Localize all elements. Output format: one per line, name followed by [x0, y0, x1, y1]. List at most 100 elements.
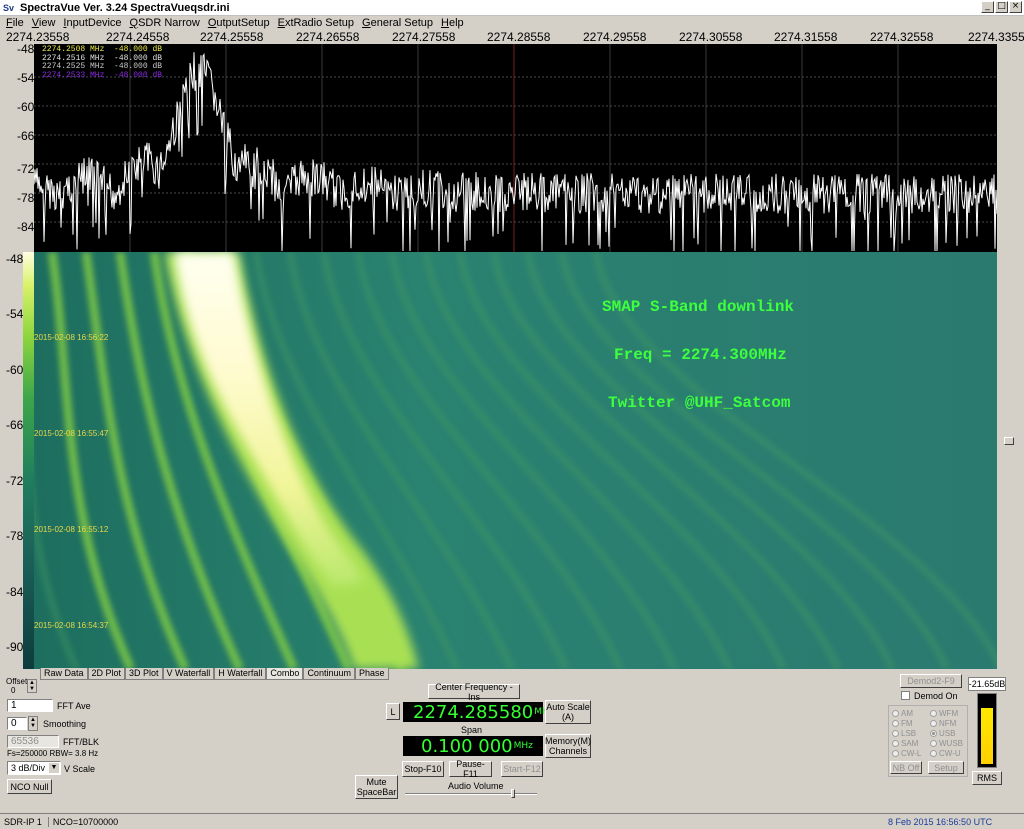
- y-tick: -78: [6, 529, 24, 543]
- setup-button[interactable]: Setup: [928, 761, 964, 774]
- span-value: 0.100 000: [421, 735, 513, 757]
- close-button[interactable]: ×: [1009, 1, 1022, 13]
- radio-icon: [892, 720, 899, 727]
- offset-spinner[interactable]: ▲ ▼: [27, 679, 37, 693]
- span-unit: MHz: [513, 741, 533, 751]
- fft-ave-input[interactable]: 1: [7, 699, 53, 712]
- y-tick: -60: [17, 100, 35, 114]
- menu-outputsetup[interactable]: OutputSetup: [208, 17, 270, 29]
- status-nco: NCO=10700000: [47, 816, 118, 827]
- freq-tick: 2274.25558: [200, 30, 264, 44]
- frequency-axis: 2274.23558 2274.24558 2274.25558 2274.26…: [0, 30, 1024, 44]
- audio-volume-track[interactable]: [405, 793, 537, 795]
- right-scroll-strip: [997, 44, 1024, 669]
- demod-on-checkbox[interactable]: [901, 691, 910, 700]
- status-device: SDR-IP 1: [4, 816, 42, 827]
- mode-radio-nfm[interactable]: NFM: [930, 719, 956, 728]
- pause-button[interactable]: Pause-F11: [449, 759, 492, 779]
- auto-scale-label: Auto Scale: [546, 702, 590, 712]
- app-icon: Sv: [3, 2, 15, 13]
- center-frequency-display[interactable]: 2274.285580 MHz: [403, 702, 554, 723]
- menu-inputdevice[interactable]: InputDevice: [63, 17, 121, 29]
- menu-view[interactable]: View: [32, 17, 56, 29]
- waterfall-image: [34, 252, 997, 669]
- mode-radio-wusb[interactable]: WUSB: [930, 739, 963, 748]
- radio-icon: [892, 740, 899, 747]
- mode-radio-cwl[interactable]: CW-L: [892, 749, 921, 758]
- stop-button[interactable]: Stop-F10: [402, 761, 444, 777]
- audio-volume-thumb[interactable]: [511, 789, 515, 798]
- marker-legend: 2274.2508 MHz -48.000 dB 2274.2516 MHz -…: [42, 45, 163, 80]
- nb-off-button[interactable]: NB Off: [890, 761, 922, 774]
- tab-raw-data[interactable]: Raw Data: [40, 668, 88, 680]
- y-tick: -48: [6, 252, 24, 266]
- vscale-select[interactable]: 3 dB/Div ▼: [7, 761, 61, 775]
- spectrum-plot[interactable]: 2274.2508 MHz -48.000 dB 2274.2516 MHz -…: [34, 44, 997, 252]
- view-tabs: Raw Data 2D Plot 3D Plot V Waterfall H W…: [40, 668, 389, 680]
- timestamp: 2015-02-08 16:55:47: [34, 429, 109, 438]
- mode-radio-wfm[interactable]: WFM: [930, 709, 958, 718]
- menu-bar: File View InputDevice QSDR Narrow Output…: [0, 16, 1024, 30]
- menu-qsdr-narrow[interactable]: QSDR Narrow: [130, 17, 200, 29]
- marker-4: 2274.2533 MHz -48.000 dB: [42, 70, 163, 80]
- offset-label: Offset: [6, 677, 28, 686]
- center-frequency-button[interactable]: Center Frequency - Ins: [428, 682, 520, 702]
- spectrum-y-axis: -48 -54 -60 -66 -72 -78 -84: [0, 42, 35, 252]
- smoothing-input[interactable]: 0: [7, 717, 27, 730]
- freq-tick: 2274.23558: [6, 30, 70, 44]
- radio-icon: [892, 710, 899, 717]
- menu-help[interactable]: Help: [441, 17, 464, 29]
- tab-combo[interactable]: Combo: [266, 668, 304, 680]
- menu-extradio-setup[interactable]: ExtRadio Setup: [278, 17, 354, 29]
- freq-tick: 2274.32558: [870, 30, 934, 44]
- tab-h-waterfall[interactable]: H Waterfall: [214, 668, 267, 680]
- waterfall-display[interactable]: 2015-02-08 16:56:22 2015-02-08 16:55:47 …: [34, 252, 997, 669]
- y-tick: -60: [6, 363, 24, 377]
- spectrum-trace: [34, 44, 997, 252]
- tab-phase[interactable]: Phase: [354, 668, 389, 680]
- menu-file[interactable]: File: [6, 17, 24, 29]
- radio-icon: [892, 730, 899, 737]
- smoothing-spinner[interactable]: ▲ ▼: [28, 716, 38, 731]
- demod2-button[interactable]: Demod2-F9: [900, 674, 962, 688]
- audio-volume-label: Audio Volume: [448, 781, 504, 791]
- lock-button[interactable]: L: [386, 703, 400, 720]
- maximize-button[interactable]: □: [995, 1, 1008, 13]
- channels-label: Channels: [548, 746, 588, 756]
- radio-selected-icon: [930, 730, 937, 737]
- tab-v-waterfall[interactable]: V Waterfall: [162, 668, 215, 680]
- mode-radio-cwu[interactable]: CW-U: [930, 749, 961, 758]
- mode-radio-sam[interactable]: SAM: [892, 739, 918, 748]
- tab-3d-plot[interactable]: 3D Plot: [125, 668, 163, 680]
- timestamp: 2015-02-08 16:54:37: [34, 621, 109, 630]
- y-tick: -66: [17, 129, 35, 143]
- nco-null-button[interactable]: NCO Null: [7, 779, 52, 794]
- mode-radio-usb[interactable]: USB: [930, 729, 955, 738]
- span-label: Span: [461, 725, 483, 735]
- tab-2d-plot[interactable]: 2D Plot: [87, 668, 126, 680]
- y-tick: -84: [17, 220, 35, 234]
- radio-icon: [930, 750, 937, 757]
- fft-blk-select[interactable]: 65536: [7, 735, 59, 748]
- freq-tick: 2274.26558: [296, 30, 360, 44]
- overlay-frequency: Freq = 2274.300MHz: [614, 346, 787, 364]
- memory-channels-button[interactable]: Memory(M) Channels: [545, 734, 591, 758]
- rms-button[interactable]: RMS: [972, 771, 1002, 785]
- fft-ave-label: FFT Ave: [57, 701, 91, 711]
- y-tick: -66: [6, 418, 24, 432]
- span-display[interactable]: 0.100 000 MHz: [403, 735, 543, 757]
- minimize-button[interactable]: _: [981, 1, 994, 13]
- freq-tick: 2274.30558: [679, 30, 743, 44]
- mode-radio-fm[interactable]: FM: [892, 719, 913, 728]
- auto-scale-button[interactable]: Auto Scale (A): [545, 700, 591, 724]
- menu-general-setup[interactable]: General Setup: [362, 17, 433, 29]
- mute-button[interactable]: Mute SpaceBar: [355, 775, 398, 799]
- tab-continuum[interactable]: Continuum: [303, 668, 355, 680]
- signal-level-meter: [977, 693, 997, 768]
- mode-radio-lsb[interactable]: LSB: [892, 729, 916, 738]
- start-button[interactable]: Start-F12: [501, 761, 543, 777]
- smoothing-label: Smoothing: [43, 719, 87, 729]
- fs-rbw-info: Fs=250000 RBW= 3.8 Hz: [7, 749, 99, 758]
- vertical-scale-slider[interactable]: [1004, 437, 1014, 445]
- mode-radio-am[interactable]: AM: [892, 709, 913, 718]
